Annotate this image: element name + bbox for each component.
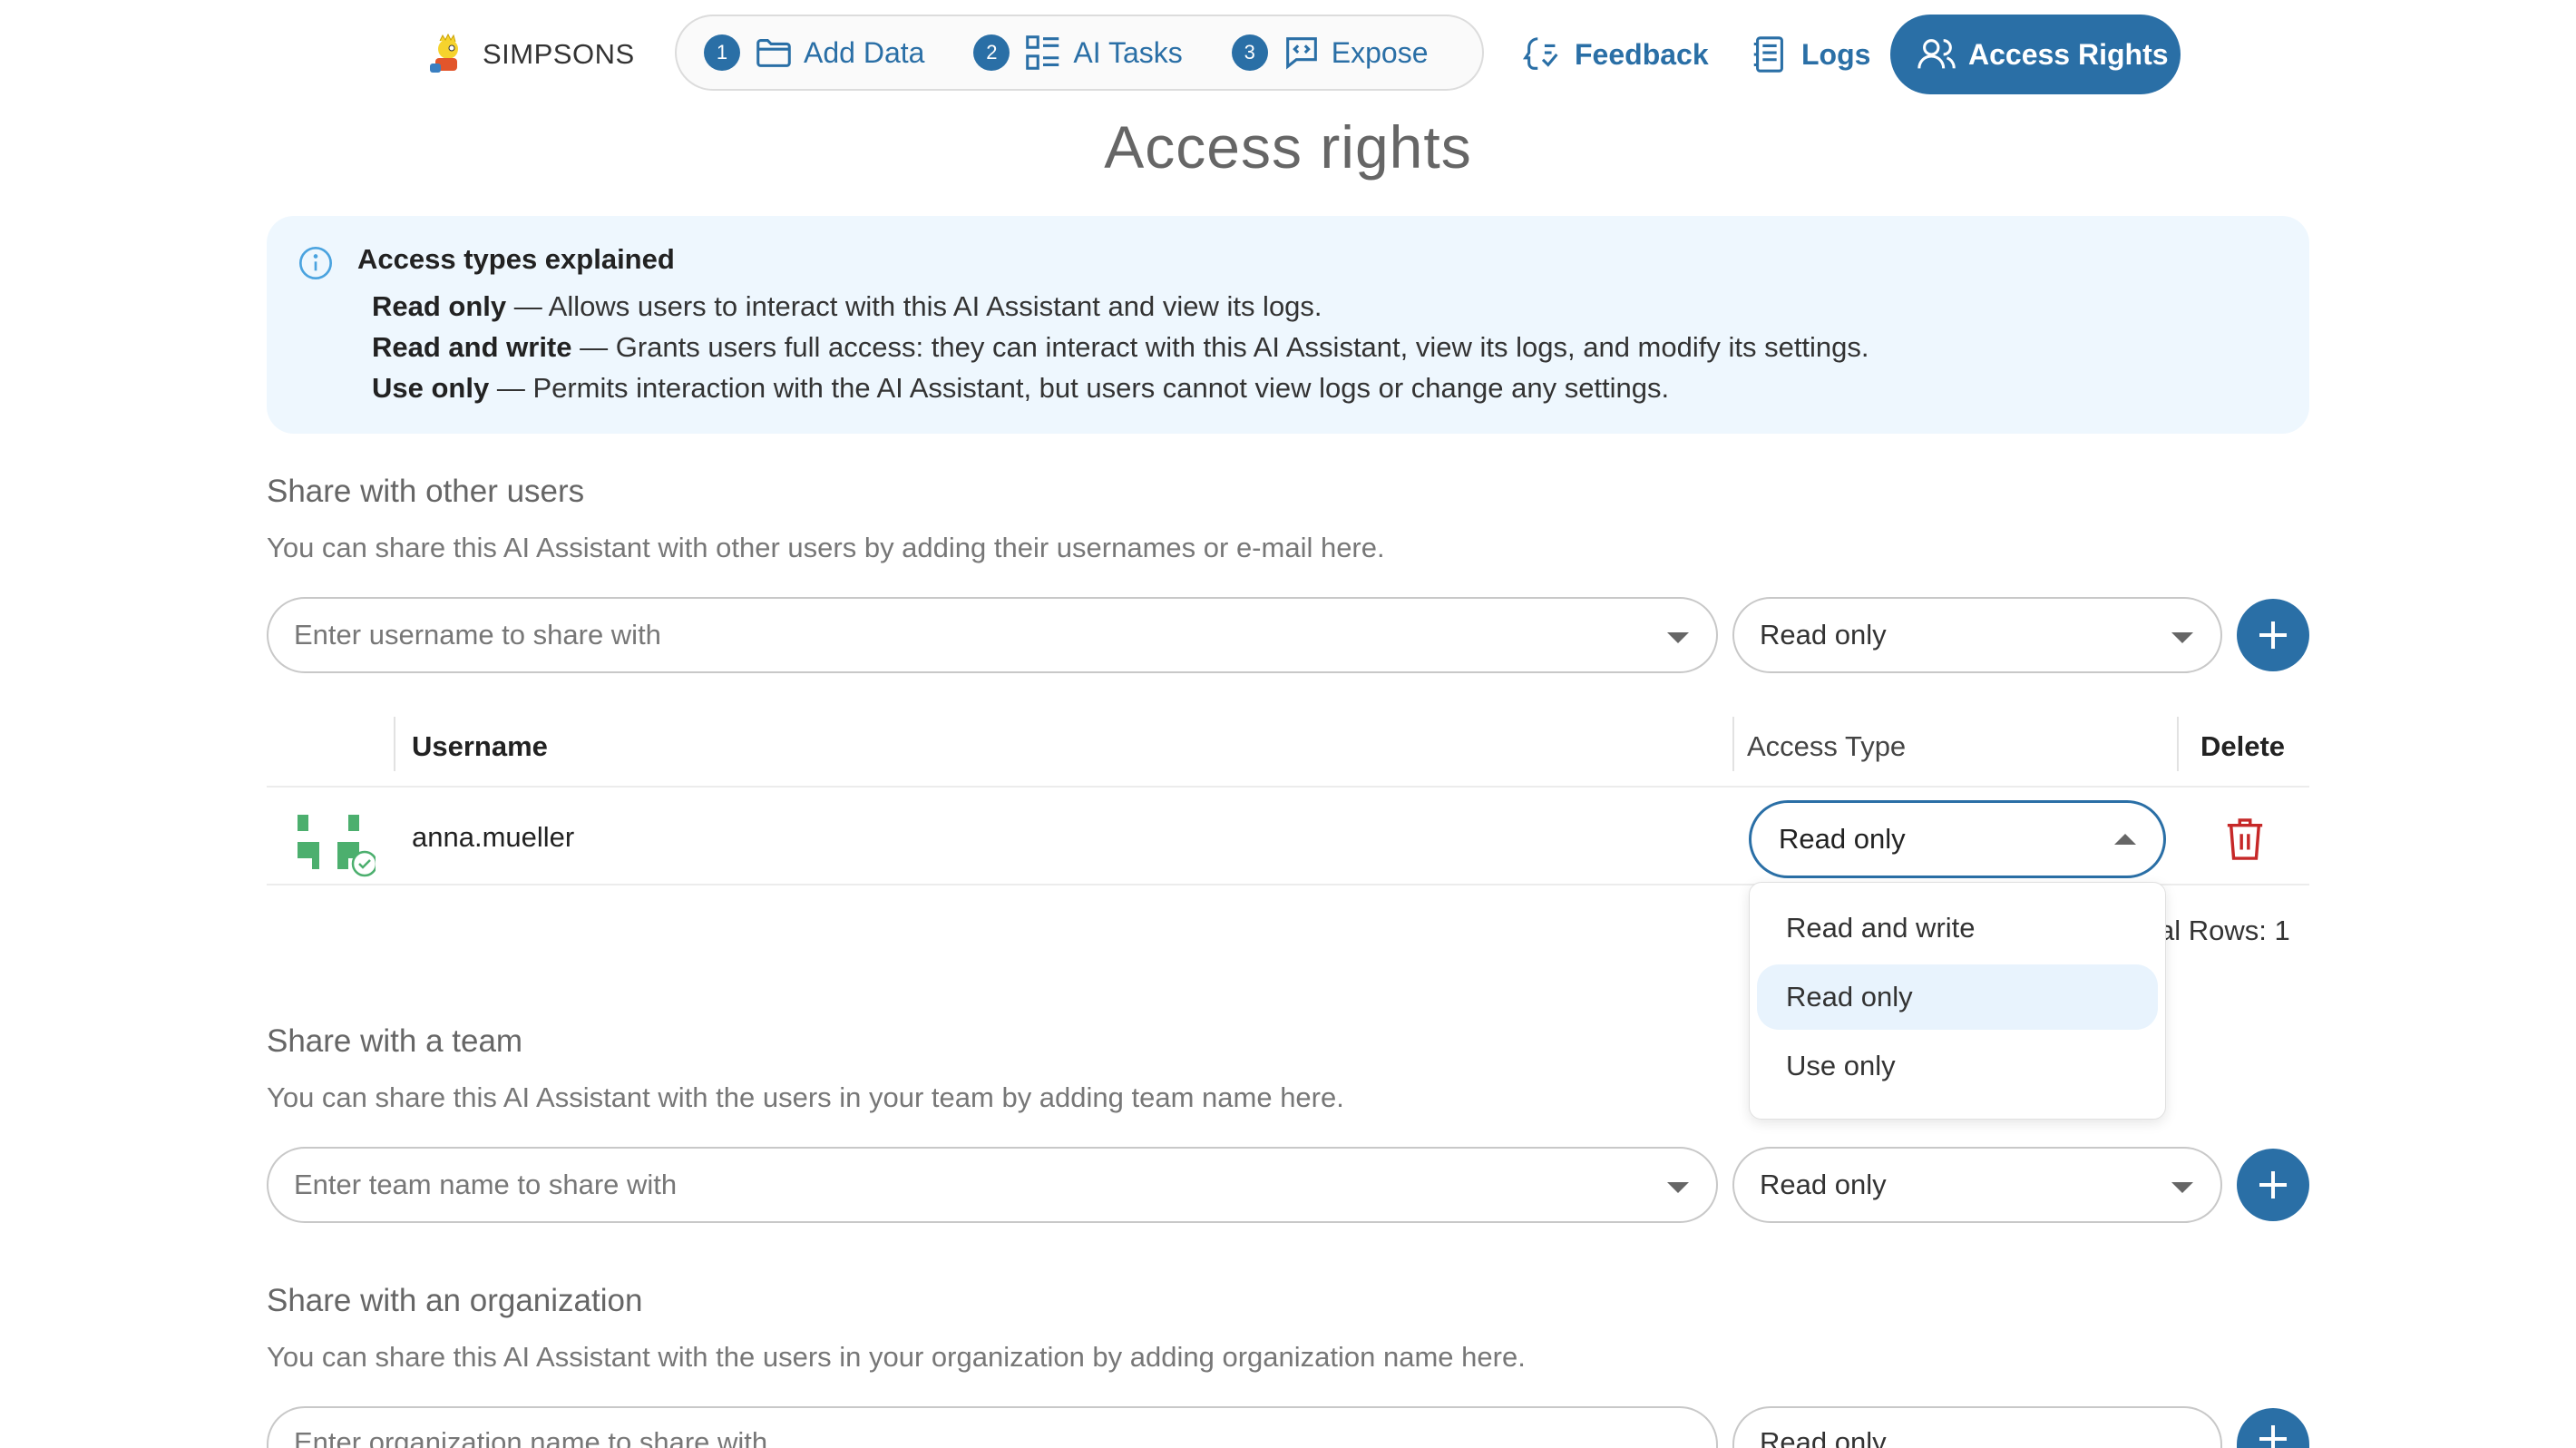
total-rows: al Rows: 1 [2159,915,2290,946]
column-separator [394,717,395,771]
team-section-title: Share with a team [267,1023,523,1059]
plus-icon [2259,1171,2287,1199]
access-types-info: Access types explained Read only — Allow… [267,216,2309,434]
step-label: Expose [1331,35,1429,69]
page-title: Access rights [1104,113,1472,181]
step-number: 1 [704,34,740,71]
team-placeholder: Enter team name to share with [294,1169,678,1200]
info-title: Access types explained [357,243,675,275]
info-use-only: Use only — Permits interaction with the … [372,372,1670,404]
chevron-down-icon[interactable] [1667,632,1689,643]
list-icon [1026,35,1059,70]
user-access-value: Read only [1760,619,1887,651]
org-access-select[interactable]: Read only [1732,1406,2222,1448]
chevron-down-icon [2171,1182,2193,1193]
chevron-up-icon [2114,834,2136,845]
chevron-down-icon[interactable] [1667,1182,1689,1193]
column-separator [2177,717,2179,771]
nav-feedback-label: Feedback [1575,37,1709,71]
team-access-value: Read only [1760,1169,1887,1200]
organization-placeholder: Enter organization name to share with [294,1426,768,1448]
nav-access-rights-label: Access Rights [1968,37,2169,71]
shared-users-table-header: Username Access Type Delete [267,706,2309,788]
top-navigation: SIMPSONS 1 Add Data 2 AI Tasks 3 Expose … [0,15,2576,94]
team-input[interactable]: Enter team name to share with [267,1147,1718,1223]
row-username: anna.mueller [412,821,575,853]
step-number: 3 [1231,34,1268,71]
trash-icon[interactable] [2224,817,2266,862]
nav-access-rights[interactable]: Access Rights [1890,15,2181,94]
column-username[interactable]: Username [412,706,548,788]
org-access-value: Read only [1760,1426,1887,1448]
brand-name: SIMPSONS [483,38,635,70]
add-team-button[interactable] [2237,1149,2309,1221]
feedback-icon [1522,37,1558,70]
step-label: Add Data [804,35,925,69]
username-placeholder: Enter username to share with [294,619,661,651]
step-add-data[interactable]: 1 Add Data [704,25,924,80]
step-label: AI Tasks [1073,35,1183,69]
folder-icon [756,39,791,67]
row-access-value: Read only [1779,823,1906,855]
add-organization-button[interactable] [2237,1408,2309,1448]
column-delete: Delete [2200,730,2286,762]
step-ai-tasks[interactable]: 2 AI Tasks [973,25,1183,80]
users-section-title: Share with other users [267,474,585,509]
add-user-button[interactable] [2237,599,2309,671]
info-read-only: Read only — Allows users to interact wit… [372,290,1322,322]
team-access-select[interactable]: Read only [1732,1147,2222,1223]
step-number: 2 [973,34,1010,71]
nav-feedback[interactable]: Feedback [1522,27,1709,82]
nav-logs[interactable]: Logs [1749,27,1870,82]
logs-icon [1753,36,1783,73]
code-bubble-icon [1285,37,1317,70]
plus-icon [2259,621,2287,649]
option-read-only[interactable]: Read only [1757,964,2158,1030]
plus-icon [2259,1425,2287,1448]
column-access-type[interactable]: Access Type [1747,706,1906,788]
step-expose[interactable]: 3 Expose [1231,25,1429,80]
row-access-select[interactable]: Read only [1749,800,2166,878]
avatar [298,815,376,877]
info-icon [299,247,332,279]
nav-logs-label: Logs [1801,37,1871,71]
option-use-only[interactable]: Use only [1757,1033,2158,1099]
option-read-write[interactable]: Read and write [1757,895,2158,961]
chevron-down-icon [2171,632,2193,643]
column-separator [1732,717,1734,771]
info-read-write: Read and write — Grants users full acces… [372,331,1869,363]
org-section-desc: You can share this AI Assistant with the… [267,1341,1526,1373]
users-icon [1917,39,1956,69]
user-access-select[interactable]: Read only [1732,597,2222,673]
team-section-desc: You can share this AI Assistant with the… [267,1081,1344,1113]
org-section-title: Share with an organization [267,1283,643,1318]
organization-input[interactable]: Enter organization name to share with [267,1406,1718,1448]
workflow-steps: 1 Add Data 2 AI Tasks 3 Expose [675,15,1484,91]
username-input[interactable]: Enter username to share with [267,597,1718,673]
brand[interactable]: SIMPSONS [424,27,635,82]
access-type-dropdown: Read and write Read only Use only [1749,882,2166,1120]
simpsons-logo-icon [430,33,458,73]
table-row: anna.mueller Read only [267,789,2309,885]
users-section-desc: You can share this AI Assistant with oth… [267,532,1385,563]
